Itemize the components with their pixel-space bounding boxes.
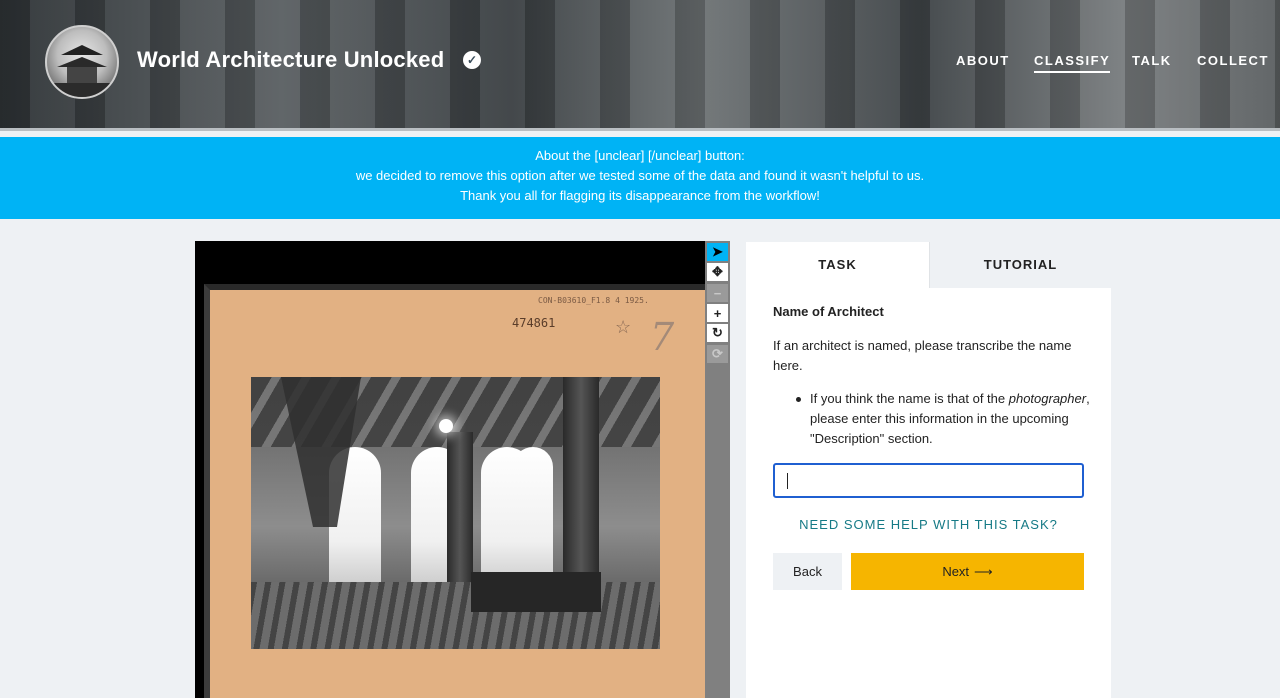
handwritten-number: 7 [650, 315, 675, 359]
back-button[interactable]: Back [773, 553, 842, 590]
bullet-emphasis: photographer [1008, 391, 1087, 406]
subject-number: 474861 [512, 316, 556, 330]
help-link[interactable]: NEED SOME HELP WITH THIS TASK? [746, 517, 1111, 532]
photo-lamp [439, 419, 453, 433]
text-caret [787, 473, 788, 489]
architect-name-input[interactable] [773, 463, 1084, 498]
nav-talk[interactable]: TALK [1132, 53, 1172, 68]
avatar-roof [61, 45, 103, 55]
header-divider [0, 128, 1280, 131]
tab-task[interactable]: TASK [746, 242, 929, 288]
pointer-icon[interactable]: ➤ [707, 243, 728, 261]
zoom-out-icon[interactable]: − [707, 284, 728, 302]
banner-line-1: About the [unclear] [/unclear] button: [535, 148, 745, 163]
arrow-right-icon: ⟶ [974, 563, 993, 579]
bullet-icon [796, 397, 801, 402]
project-avatar[interactable] [45, 25, 119, 99]
photo-window [513, 447, 553, 582]
bullet-text-start: If you think the name is that of the [810, 391, 1009, 406]
project-header: World Architecture Unlocked ✓ ABOUT CLAS… [0, 0, 1280, 131]
question-bullet: If you think the name is that of the pho… [810, 389, 1095, 449]
avatar-roof-lower [57, 57, 107, 67]
subject-photo [251, 377, 660, 649]
question-title: Name of Architect [773, 304, 884, 319]
photo-bench [471, 572, 601, 612]
task-panel: TASK TUTORIAL Name of Architect If an ar… [746, 242, 1111, 698]
rotate-icon[interactable]: ↻ [707, 324, 728, 342]
next-label: Next [942, 564, 970, 579]
move-icon[interactable]: ✥ [707, 263, 728, 281]
nav-classify[interactable]: CLASSIFY [1034, 53, 1111, 73]
question-text: If an architect is named, please transcr… [773, 338, 1072, 373]
star-mark-icon: ☆ [615, 317, 632, 337]
project-title[interactable]: World Architecture Unlocked [137, 47, 444, 73]
back-label: Back [793, 564, 822, 579]
subject-reference: CON-B03610_F1.8 4 1925. [538, 296, 649, 305]
check-circle-icon: ✓ [463, 51, 481, 69]
announcement-banner: About the [unclear] [/unclear] button: w… [0, 137, 1280, 219]
nav-about[interactable]: ABOUT [956, 53, 1010, 68]
banner-line-2: we decided to remove this option after w… [355, 168, 925, 183]
banner-line-3: Thank you all for flagging its disappear… [460, 188, 820, 203]
subject-card: CON-B03610_F1.8 4 1925. 474861 ☆ 7 [204, 284, 705, 698]
nav-collect[interactable]: COLLECT [1197, 53, 1269, 68]
next-button[interactable]: Next ⟶ [851, 553, 1084, 590]
reset-icon[interactable]: ⟳ [707, 345, 728, 363]
tab-tutorial[interactable]: TUTORIAL [929, 242, 1111, 288]
avatar-crowd [47, 83, 117, 97]
zoom-in-icon[interactable]: + [707, 304, 728, 322]
subject-viewer[interactable]: CON-B03610_F1.8 4 1925. 474861 ☆ 7 [195, 241, 705, 698]
viewer-toolbar: ➤ ✥ − + ↻ ⟳ [705, 241, 730, 698]
